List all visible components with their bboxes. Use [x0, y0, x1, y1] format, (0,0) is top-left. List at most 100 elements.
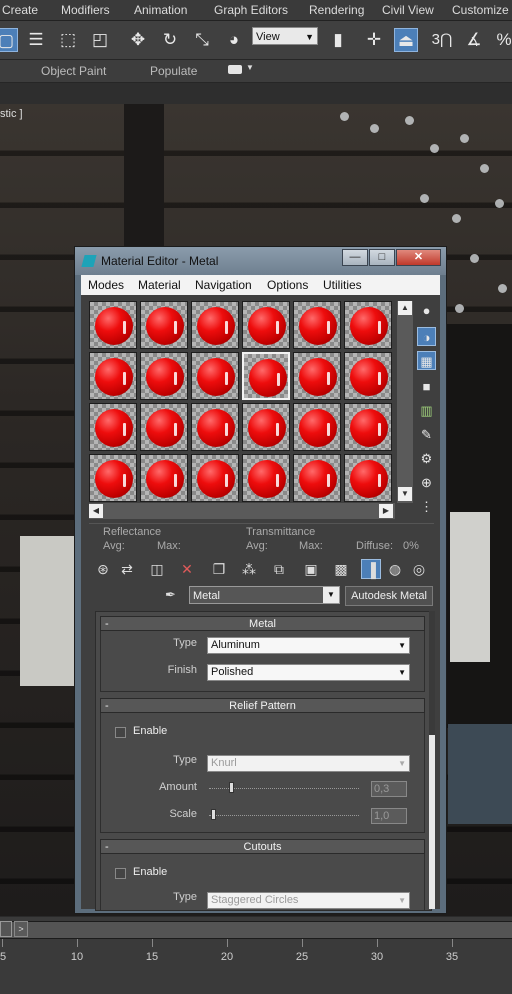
material-sample-slot[interactable] — [140, 352, 188, 400]
go-forward-sibling-icon[interactable]: ◎ — [409, 559, 429, 579]
get-material-icon[interactable]: ⊛ — [93, 559, 113, 579]
chevron-down-icon[interactable]: ▼ — [398, 487, 412, 501]
material-sample-slot[interactable] — [191, 454, 239, 502]
relief-enable-checkbox[interactable] — [115, 727, 126, 738]
time-slider-thumb[interactable] — [0, 921, 12, 937]
rollout-header-relief-pattern[interactable]: - Relief Pattern — [100, 698, 425, 713]
keyboard-shortcut-override-icon[interactable]: ⏏ — [394, 28, 418, 52]
reference-coord-dropdown[interactable]: View ▼ — [252, 27, 318, 45]
go-to-parent-icon[interactable]: ◍ — [385, 559, 405, 579]
material-sample-slot[interactable] — [89, 403, 137, 451]
metal-finish-dropdown[interactable]: Polished ▼ — [207, 664, 410, 681]
material-sample-slot[interactable] — [242, 301, 290, 349]
make-preview-icon[interactable]: ✎ — [417, 425, 436, 444]
rollout-header-metal[interactable]: - Metal — [100, 616, 425, 631]
menu-animation[interactable]: Animation — [134, 3, 187, 17]
material-sample-slot[interactable] — [242, 352, 290, 400]
material-sample-slot[interactable] — [344, 301, 392, 349]
rotate-icon[interactable]: ↻ — [158, 28, 182, 52]
chevron-up-icon[interactable]: ▲ — [398, 301, 412, 315]
material-sample-slot[interactable] — [89, 454, 137, 502]
show-end-result-icon[interactable]: ▐ — [361, 559, 381, 579]
maximize-button[interactable]: □ — [369, 249, 395, 266]
time-slider[interactable] — [0, 921, 512, 939]
video-color-check-icon[interactable]: ▥ — [417, 401, 436, 420]
window-titlebar[interactable]: Material Editor - Metal — □ ✕ — [75, 247, 446, 275]
chevron-left-icon[interactable]: ◀ — [89, 504, 103, 518]
chevron-right-icon[interactable]: ▶ — [379, 504, 393, 518]
reset-map-icon[interactable]: ✕ — [177, 559, 197, 579]
cutouts-type-dropdown[interactable]: Staggered Circles ▼ — [207, 892, 410, 909]
select-object-icon[interactable]: ▢ — [0, 28, 18, 52]
scale-icon[interactable]: ⤡ — [190, 28, 214, 52]
rollout-scrollbar[interactable] — [429, 611, 435, 909]
placement-icon[interactable]: ◕ — [222, 28, 246, 52]
material-sample-slot[interactable] — [293, 403, 341, 451]
select-by-material-icon[interactable]: ⊕ — [417, 473, 436, 492]
menu-options[interactable]: Options — [267, 278, 308, 292]
rect-selection-icon[interactable]: ⬚ — [56, 28, 80, 52]
pivot-center-icon[interactable]: ▮ — [326, 28, 350, 52]
slots-horizontal-scrollbar[interactable]: ◀ ▶ — [89, 503, 395, 519]
relief-scale-slider[interactable] — [209, 815, 359, 817]
material-sample-slot[interactable] — [191, 301, 239, 349]
material-sample-slot[interactable] — [242, 454, 290, 502]
assign-to-selection-icon[interactable]: ◫ — [147, 559, 167, 579]
material-sample-slot[interactable] — [140, 301, 188, 349]
angle-snap-icon[interactable]: ∡ — [462, 28, 486, 52]
metal-type-dropdown[interactable]: Aluminum ▼ — [207, 637, 410, 654]
put-to-scene-icon[interactable]: ⇄ — [117, 559, 137, 579]
close-button[interactable]: ✕ — [396, 249, 441, 266]
material-sample-slot[interactable] — [344, 454, 392, 502]
material-name-field[interactable]: Metal ▼ — [189, 586, 340, 604]
relief-scale-spinner[interactable]: 1,0 — [371, 808, 407, 824]
menu-modes[interactable]: Modes — [88, 278, 124, 292]
relief-amount-spinner[interactable]: 0,3 — [371, 781, 407, 797]
menu-rendering[interactable]: Rendering — [309, 3, 364, 17]
material-sample-slot[interactable] — [293, 352, 341, 400]
material-sample-slot[interactable] — [293, 454, 341, 502]
backlight-icon[interactable]: ◑ — [417, 327, 436, 346]
copy-material-icon[interactable]: ❐ — [209, 559, 229, 579]
rollout-scrollbar-thumb[interactable] — [429, 735, 435, 909]
minimize-button[interactable]: — — [342, 249, 368, 266]
menu-civil-view[interactable]: Civil View — [382, 3, 434, 17]
material-sample-slot[interactable] — [242, 403, 290, 451]
material-sample-slot[interactable] — [191, 352, 239, 400]
eyedropper-icon[interactable]: ✒ — [165, 587, 176, 603]
material-sample-slot[interactable] — [293, 301, 341, 349]
material-navigator-icon[interactable]: ⋮ — [417, 497, 436, 516]
percent-snap-icon[interactable]: % — [492, 28, 512, 52]
menu-customize[interactable]: Customize — [452, 3, 509, 17]
chevron-down-icon[interactable]: ▼ — [246, 63, 254, 72]
material-sample-slot[interactable] — [89, 301, 137, 349]
material-sample-slot[interactable] — [344, 403, 392, 451]
material-sample-slot[interactable] — [140, 403, 188, 451]
menu-modifiers[interactable]: Modifiers — [61, 3, 110, 17]
viewport-label[interactable]: stic ] — [0, 108, 23, 120]
window-crossing-icon[interactable]: ◰ — [88, 28, 112, 52]
relief-type-dropdown[interactable]: Knurl ▼ — [207, 755, 410, 772]
options-icon[interactable]: ⚙ — [417, 449, 436, 468]
material-sample-slot[interactable] — [140, 454, 188, 502]
chevron-down-icon[interactable]: ▼ — [323, 587, 339, 603]
menu-utilities[interactable]: Utilities — [323, 278, 362, 292]
material-id-icon[interactable]: ▣ — [301, 559, 321, 579]
menu-material[interactable]: Material — [138, 278, 181, 292]
material-sample-slot[interactable] — [89, 352, 137, 400]
rollout-collapse-toggle[interactable]: - — [105, 699, 109, 713]
slots-vertical-scrollbar[interactable]: ▲ ▼ — [397, 301, 413, 503]
sample-type-icon[interactable]: ● — [417, 301, 436, 320]
make-unique-icon[interactable]: ⁂ — [239, 559, 259, 579]
rollout-header-cutouts[interactable]: - Cutouts — [100, 839, 425, 854]
rollout-collapse-toggle[interactable]: - — [105, 840, 109, 854]
menu-navigation[interactable]: Navigation — [195, 278, 252, 292]
material-type-button[interactable]: Autodesk Metal — [345, 586, 433, 606]
select-by-name-icon[interactable]: ☰ — [24, 28, 48, 52]
material-sample-slot[interactable] — [344, 352, 392, 400]
relief-amount-slider-thumb[interactable] — [229, 782, 234, 793]
ribbon-object-paint[interactable]: Object Paint — [41, 64, 106, 78]
show-shaded-icon[interactable]: ▩ — [331, 559, 351, 579]
next-frame-button[interactable]: > — [14, 921, 28, 937]
relief-scale-slider-thumb[interactable] — [211, 809, 216, 820]
